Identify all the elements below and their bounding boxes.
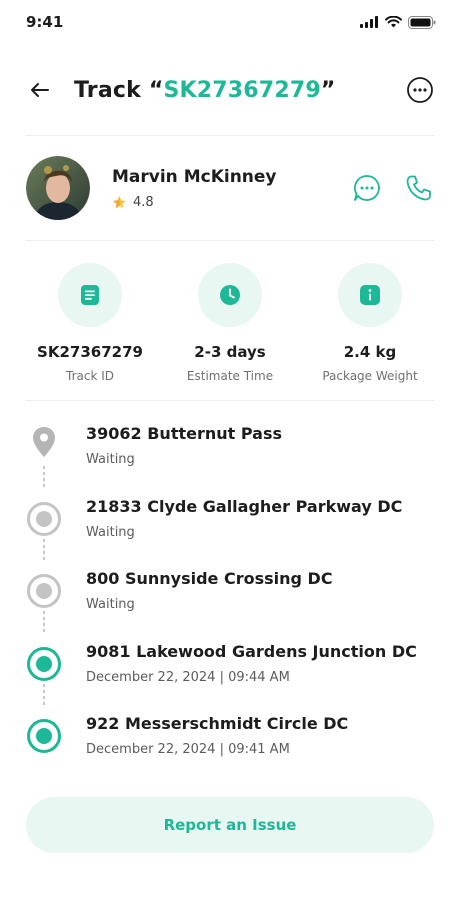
completed-radio-icon [27,719,61,753]
divider [26,135,434,136]
stat-icon-circle [338,263,402,327]
more-horizontal-icon [407,77,433,103]
stat-estimate-time: 2-3 days Estimate Time [160,263,300,383]
timeline-text: 21833 Clyde Gallagher Parkway DC Waiting [86,497,402,540]
tracking-timeline: 39062 Butternut Pass Waiting 21833 Clyde… [26,424,434,787]
divider [26,400,434,401]
timeline-title: 39062 Butternut Pass [86,424,282,443]
timeline-text: 922 Messerschmidt Circle DC December 22,… [86,714,348,757]
header: Track “SK27367279” [26,64,434,116]
avatar[interactable] [26,156,90,220]
courier-info: Marvin McKinney 4.8 [112,167,277,210]
stat-value: 2.4 kg [343,343,397,361]
location-pin-icon [33,427,55,457]
stat-value: 2-3 days [194,343,266,361]
tracking-number: SK27367279 [163,77,321,103]
clock-icon [220,285,240,305]
timeline-text: 800 Sunnyside Crossing DC Waiting [86,569,333,612]
star-icon [113,195,126,208]
timeline-subtitle: December 22, 2024 | 09:44 AM [86,669,290,685]
stat-package-weight: 2.4 kg Package Weight [300,263,440,383]
timeline-text: 39062 Butternut Pass Waiting [86,424,282,467]
courier-card: Marvin McKinney 4.8 [26,156,434,220]
rating-value: 4.8 [133,194,154,210]
pending-radio-icon [27,501,61,536]
courier-name: Marvin McKinney [112,166,277,187]
timeline-subtitle: Waiting [86,524,135,540]
timeline-subtitle: December 22, 2024 | 09:41 AM [86,742,290,757]
timeline-title: 21833 Clyde Gallagher Parkway DC [86,496,403,516]
timeline-title: 800 Sunnyside Crossing DC [86,569,333,588]
courier-rating: 4.8 [112,195,277,210]
battery-icon [408,15,436,29]
timeline-subtitle: Waiting [86,597,135,612]
timeline-item: 39062 Butternut Pass Waiting [26,424,434,497]
courier-actions [352,173,434,203]
timeline-subtitle: Waiting [86,452,135,467]
stat-icon-circle [198,263,262,327]
timeline-item: 21833 Clyde Gallagher Parkway DC Waiting [26,497,434,570]
report-issue-button[interactable]: Report an Issue [26,797,434,853]
stat-track-id: SK27367279 Track ID [20,263,160,383]
package-stats: SK27367279 Track ID 2-3 days Estimate Ti… [20,263,440,383]
avatar-image [26,156,90,220]
timeline-title: 922 Messerschmidt Circle DC [86,714,349,733]
more-options-button[interactable] [406,76,434,104]
back-button[interactable] [26,76,54,104]
timeline-text: 9081 Lakewood Gardens Junction DC Decemb… [86,642,417,685]
document-icon [81,285,99,305]
title-suffix: ” [320,77,336,103]
status-bar: 9:41 [0,0,460,44]
arrow-left-icon [31,83,49,97]
timeline-item: 9081 Lakewood Gardens Junction DC Decemb… [26,642,434,715]
stat-label: Package Weight [322,369,418,383]
completed-radio-icon [27,646,61,681]
page-title: Track “SK27367279” [74,78,336,103]
stat-label: Track ID [66,369,114,383]
stat-icon-circle [58,263,122,327]
divider [26,240,434,241]
stat-label: Estimate Time [186,369,274,383]
timeline-item: 922 Messerschmidt Circle DC December 22,… [26,714,434,787]
phone-icon[interactable] [404,173,434,203]
pending-radio-icon [27,574,61,608]
chat-icon[interactable] [352,173,382,203]
timeline-item: 800 Sunnyside Crossing DC Waiting [26,569,434,642]
signal-icon [360,16,378,28]
wifi-icon [385,16,402,28]
stat-value: SK27367279 [37,343,143,361]
status-time: 9:41 [26,13,64,31]
timeline-title: 9081 Lakewood Gardens Junction DC [86,641,417,661]
info-icon [360,285,380,305]
status-icons [360,15,436,29]
title-prefix: Track “ [74,77,164,103]
